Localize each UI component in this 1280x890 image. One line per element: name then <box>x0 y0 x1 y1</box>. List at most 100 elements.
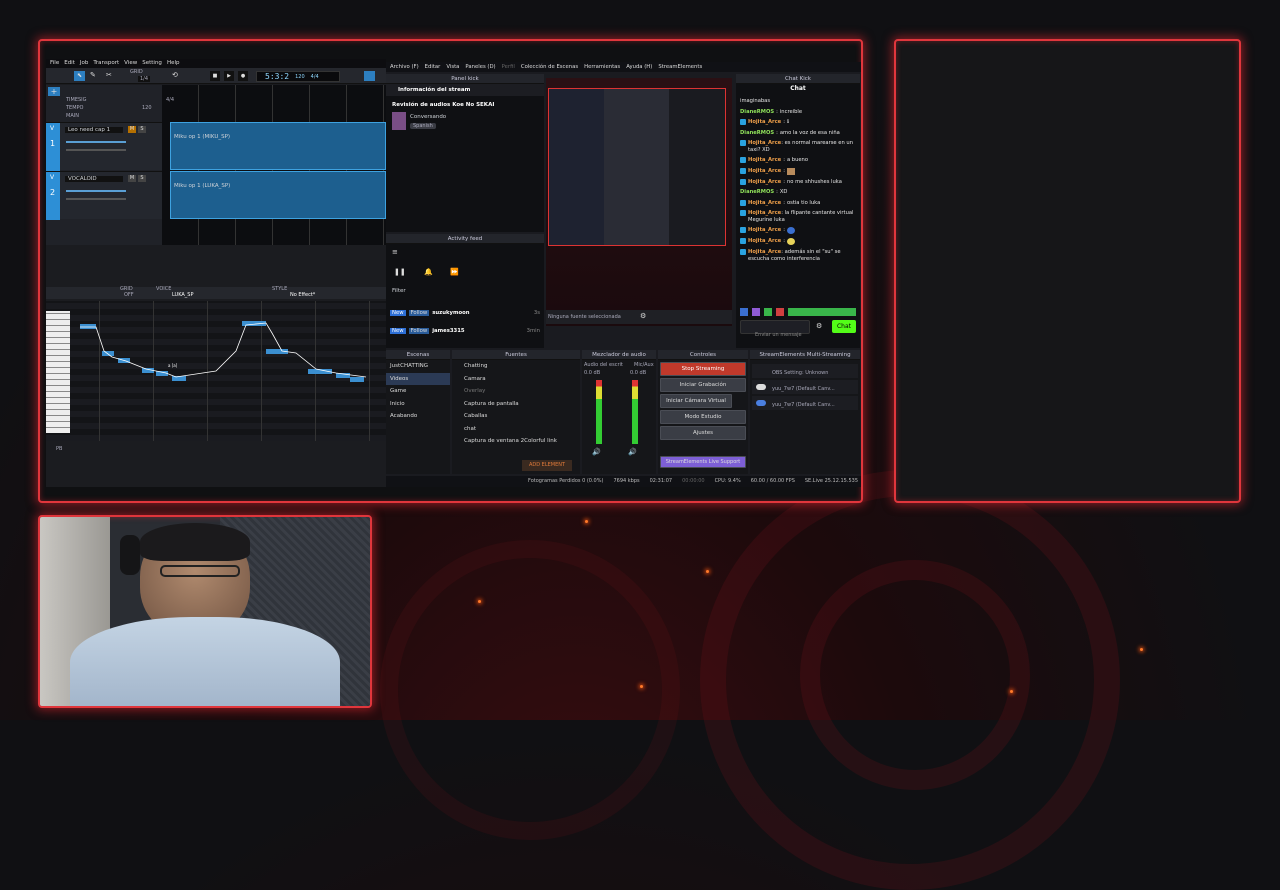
chat-message: Hojita_Arce: además sin el "su" se escuc… <box>740 249 856 262</box>
start-recording-button[interactable]: Iniciar Grabación <box>660 378 746 392</box>
kick-badge-icon <box>740 119 746 125</box>
source-item[interactable]: Camara <box>452 373 580 386</box>
menu-job[interactable]: Job <box>80 59 88 68</box>
menu-file[interactable]: File <box>50 59 59 68</box>
style-value[interactable]: No Effect* <box>290 292 315 298</box>
volume-slider[interactable] <box>66 190 126 192</box>
grid-value[interactable]: 1/4 <box>138 76 151 82</box>
stop-button[interactable]: ■ <box>210 71 220 81</box>
menu-edit[interactable]: Edit <box>64 59 75 68</box>
chat-settings-icon[interactable]: ⚙ <box>816 322 822 330</box>
filter-label[interactable]: Filter <box>392 288 406 294</box>
volume-icon[interactable]: 🔊 <box>628 448 637 456</box>
emote-bar[interactable] <box>740 308 856 316</box>
solo-button[interactable]: S <box>138 126 146 133</box>
play-button[interactable]: ▶ <box>224 71 234 81</box>
studio-mode-button[interactable]: Modo Estudio <box>660 410 746 424</box>
toggle-switch[interactable] <box>756 400 766 406</box>
toggle-switch[interactable] <box>756 384 766 390</box>
scene-item[interactable]: Game <box>386 385 450 398</box>
volume-icon[interactable]: 🔊 <box>592 448 601 456</box>
obs-menu-colecciones[interactable]: Colección de Escenas <box>521 62 578 72</box>
piano-roll[interactable]: a [a] <box>46 301 386 441</box>
add-track-button[interactable]: + <box>48 87 60 96</box>
headphone-icon <box>120 535 140 575</box>
source-item[interactable]: chat <box>452 423 580 436</box>
multistream-dock: StreamElements Multi-Streaming OBS Setti… <box>750 350 860 474</box>
pr-grid-value[interactable]: OFF <box>124 292 134 298</box>
source-item[interactable]: Overlay <box>452 385 580 398</box>
pan-slider[interactable] <box>66 198 126 200</box>
bell-icon[interactable]: 🔔 <box>424 268 433 276</box>
stop-streaming-button[interactable]: Stop Streaming <box>660 362 746 376</box>
scene-item[interactable]: JustCHATTING <box>386 360 450 373</box>
grid-label: GRID <box>130 69 143 75</box>
obs-menu-paneles[interactable]: Paneles (D) <box>465 62 495 72</box>
scissors-tool-icon[interactable]: ✂ <box>106 71 112 79</box>
live-support-button[interactable]: StreamElements Live Support <box>660 456 746 468</box>
toolbar-button-right[interactable] <box>364 71 375 81</box>
menu-icon[interactable]: ≡ <box>392 248 398 256</box>
source-item[interactable]: Captura de pantalla <box>452 398 580 411</box>
solo-button[interactable]: S <box>138 175 146 182</box>
obs-menu-archivo[interactable]: Archivo (F) <box>390 62 419 72</box>
menu-view[interactable]: View <box>124 59 137 68</box>
virtual-camera-button[interactable]: Iniciar Cámara Virtual <box>660 394 732 408</box>
chat-send-button[interactable]: Chat <box>832 320 856 333</box>
style-label: STYLE <box>272 286 288 292</box>
track-1-header[interactable]: V 1 Leo need cap 1 M S <box>46 122 162 171</box>
source-item[interactable]: Chatting <box>452 360 580 373</box>
pencil-tool-icon[interactable]: ✎ <box>90 71 96 79</box>
track-1-part[interactable]: Miku op 1 (MIKU_SP) <box>170 122 386 170</box>
obs-menu-editar[interactable]: Editar <box>425 62 441 72</box>
record-button[interactable]: ● <box>238 71 248 81</box>
mute-button[interactable]: M <box>128 126 136 133</box>
obs-menu-perfil[interactable]: Perfil <box>502 62 515 72</box>
chat-message: Hojita_Arce: ostia tio luka <box>740 199 856 207</box>
scene-item[interactable]: Acabando <box>386 410 450 423</box>
pointer-tool-icon[interactable]: ⬉ <box>74 71 85 81</box>
chat-message: Hojita_Arce: <box>740 167 856 175</box>
mixer-channel-db: 0.0 dB <box>584 370 601 376</box>
lyric-tag: a [a] <box>168 363 178 368</box>
menu-transport[interactable]: Transport <box>93 59 119 68</box>
obs-preview[interactable]: Ninguna fuente seleccionada ⚙ <box>546 78 732 326</box>
obs-menu-ayuda[interactable]: Ayuda (H) <box>626 62 652 72</box>
emote-icon <box>786 238 795 245</box>
scene-item[interactable]: Videos <box>386 372 450 385</box>
source-item[interactable]: Captura de ventana 2Colorful link <box>452 435 580 448</box>
menu-setting[interactable]: Setting <box>142 59 162 68</box>
volume-slider[interactable] <box>66 141 126 143</box>
menu-help[interactable]: Help <box>167 59 180 68</box>
obs-menu-herramientas[interactable]: Herramientas <box>584 62 620 72</box>
add-element-button[interactable]: ADD ELEMENT <box>522 460 572 471</box>
loop-icon[interactable]: ⟲ <box>172 71 178 79</box>
mute-button[interactable]: M <box>128 175 136 182</box>
skip-icon[interactable]: ⏩ <box>450 268 459 276</box>
chat-input[interactable]: Enviar un mensaje <box>740 320 810 338</box>
scene-item[interactable]: Inicio <box>386 398 450 411</box>
track-2-name[interactable]: VOCALOID <box>65 176 123 182</box>
source-item[interactable]: Caballas <box>452 410 580 423</box>
obs-menu-streamelements[interactable]: StreamElements <box>658 62 702 72</box>
settings-button[interactable]: Ajustes <box>660 426 746 440</box>
track-2-header[interactable]: V 2 VOCALOID M S <box>46 171 162 220</box>
mixer-title: Mezclador de audio <box>582 350 656 360</box>
piano-keys[interactable] <box>46 311 70 433</box>
multistream-item[interactable]: yuu_7w7 (Default Canv... <box>752 380 858 394</box>
track-2-part[interactable]: Miku op 1 (LUKA_SP) <box>170 171 386 219</box>
controls-title: Controles <box>658 350 748 360</box>
multistream-item[interactable]: OBS Setting: Unknown <box>752 364 858 378</box>
pause-feed-button[interactable]: ❚❚ <box>394 268 406 276</box>
arrangement-area[interactable]: 4/4 Miku op 1 (MIKU_SP) Miku op 1 (LUKA_… <box>162 85 386 245</box>
mixer-channel-db: 0.0 dB <box>630 370 647 376</box>
multistream-item[interactable]: yuu_7w7 (Default Canv... <box>752 396 858 410</box>
feed-time: 3s <box>533 310 540 316</box>
track-1-name[interactable]: Leo need cap 1 <box>65 127 123 133</box>
gear-icon[interactable]: ⚙ <box>640 312 646 320</box>
chat-message: DianeRMOS: increible <box>740 108 803 115</box>
obs-menu-vista[interactable]: Vista <box>446 62 459 72</box>
voice-value[interactable]: LUKA_SP <box>172 292 194 298</box>
track-header-panel: + TIMESIG TEMPO 120 MAIN V 1 Leo need ca… <box>46 85 162 245</box>
pan-slider[interactable] <box>66 149 126 151</box>
